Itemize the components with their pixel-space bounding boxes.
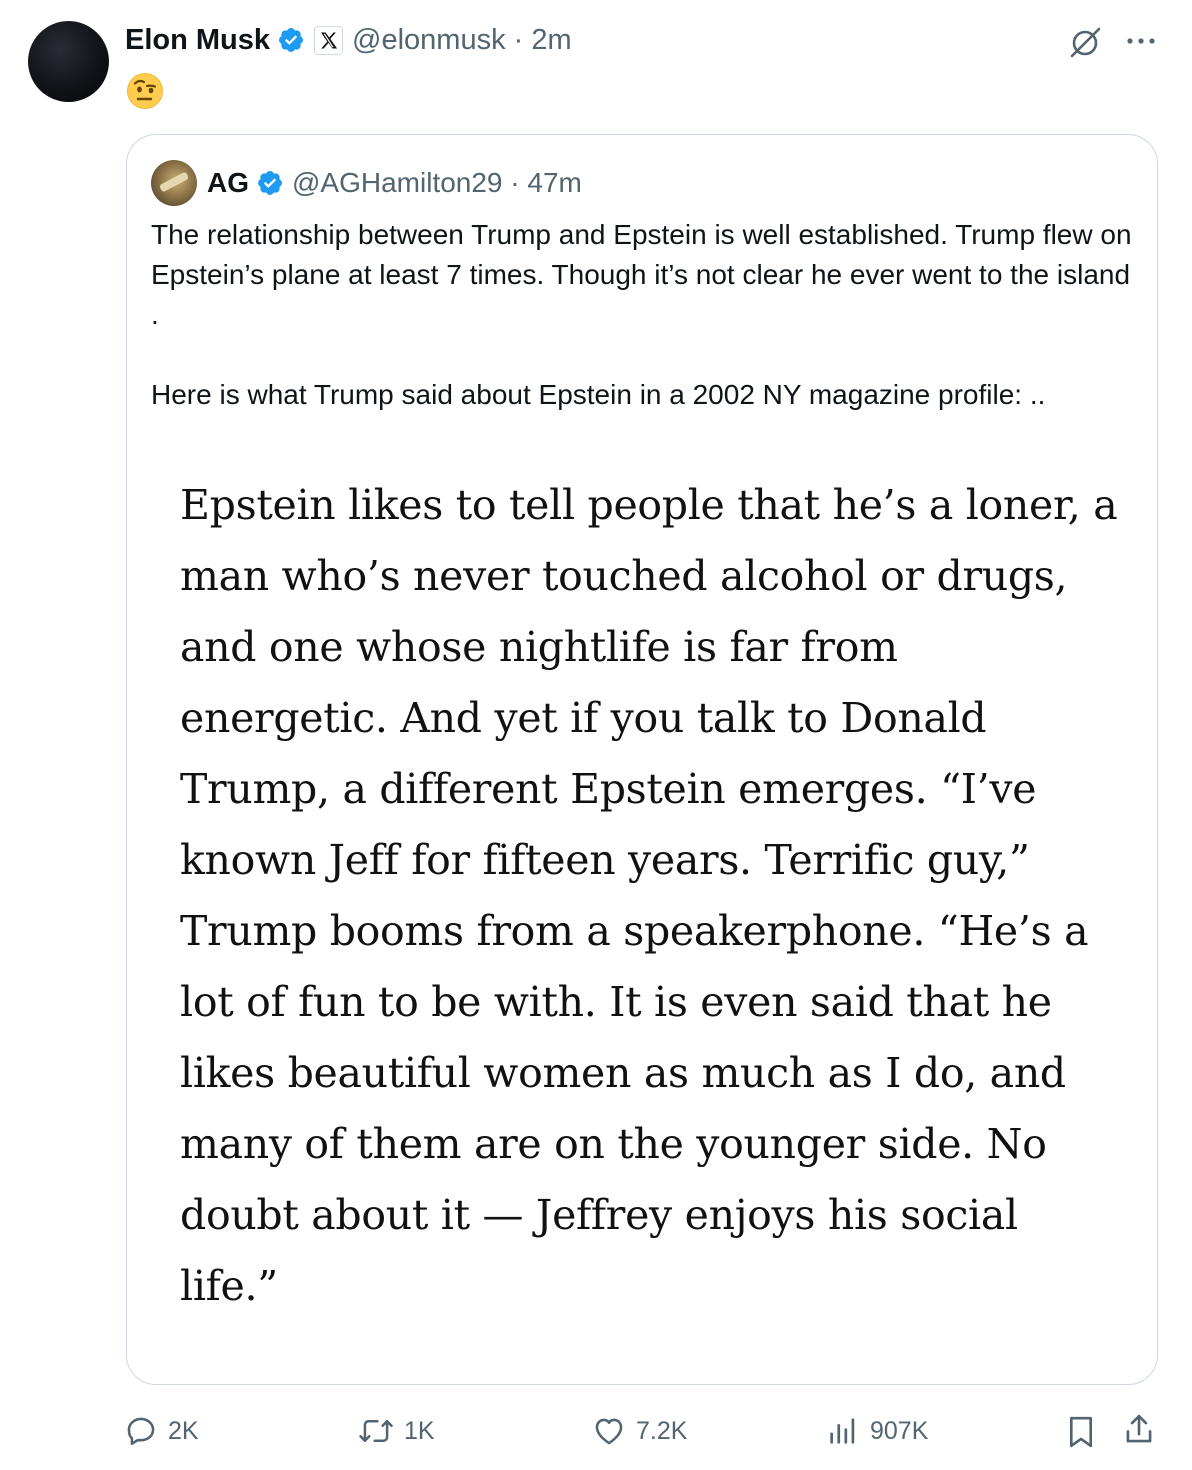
excerpt-line: man who’s never touched alcohol or drugs… <box>180 552 1068 600</box>
reply-count: 2K <box>168 1416 199 1445</box>
quoted-paragraph-1: The relationship between Trump and Epste… <box>151 219 1132 330</box>
bookmark-icon <box>1069 1416 1093 1448</box>
x-logo-icon[interactable] <box>314 25 344 55</box>
verified-badge-icon[interactable] <box>277 26 305 54</box>
excerpt-line: lot of fun to be with. It is even said t… <box>180 978 1052 1026</box>
bookmark-button[interactable] <box>1064 1414 1108 1450</box>
verified-badge-icon[interactable] <box>256 169 284 197</box>
share-button[interactable] <box>1122 1412 1166 1448</box>
author-handle[interactable]: @elonmusk · 2m <box>352 24 572 57</box>
quoted-author-handle[interactable]: @AGHamilton29 · 47m <box>292 167 582 199</box>
excerpt-line: many of them are on the younger side. No <box>180 1120 1047 1168</box>
grok-icon[interactable] <box>1068 24 1104 65</box>
like-button[interactable]: 7.2K <box>592 1414 687 1448</box>
excerpt-line: life.” <box>180 1262 278 1310</box>
more-icon[interactable] <box>1124 24 1158 63</box>
excerpt-line: Epstein likes to tell people that he’s a… <box>180 481 1118 529</box>
quoted-author-name[interactable]: AG <box>207 167 249 199</box>
quoted-post-header: AG @AGHamilton29 · 47m <box>207 164 582 202</box>
post-header: Elon Musk @elonmusk · 2m <box>125 20 572 60</box>
quoted-post-text: The relationship between Trump and Epste… <box>151 215 1141 415</box>
views-count: 907K <box>870 1416 929 1445</box>
like-icon <box>595 1418 623 1445</box>
author-name[interactable]: Elon Musk <box>125 24 270 57</box>
excerpt-line: doubt about it — Jeffrey enjoys his soci… <box>180 1191 1018 1239</box>
excerpt-line: and one whose nightlife is far from <box>180 623 898 671</box>
repost-icon <box>359 1420 393 1442</box>
excerpt-line: known Jeff for fifteen years. Terrific g… <box>180 836 1030 884</box>
like-count: 7.2K <box>636 1416 688 1445</box>
author-avatar[interactable] <box>28 21 109 102</box>
excerpt-line: Trump, a different Epstein emerges. “I’v… <box>180 765 1037 813</box>
excerpt-line: likes beautiful women as much as I do, a… <box>180 1049 1066 1097</box>
excerpt-line: energetic. And yet if you talk to Donald <box>180 694 987 742</box>
excerpt-line: Trump booms from a speakerphone. “He’s a <box>180 907 1089 955</box>
magazine-excerpt-image[interactable]: Epstein likes to tell people that he’s a… <box>180 470 1140 1322</box>
reply-icon <box>127 1417 155 1446</box>
quoted-author-avatar[interactable] <box>151 160 197 206</box>
share-icon <box>1126 1414 1152 1443</box>
post-action-bar: 2K 1K 7.2K 907K <box>0 1410 1192 1456</box>
reply-button[interactable]: 2K <box>124 1414 199 1448</box>
views-icon <box>830 1418 855 1444</box>
raised-eyebrow-emoji <box>126 72 164 110</box>
repost-button[interactable]: 1K <box>358 1414 435 1448</box>
repost-count: 1K <box>404 1416 435 1445</box>
quoted-paragraph-2: Here is what Trump said about Epstein in… <box>151 379 1046 410</box>
views-button[interactable]: 907K <box>826 1414 928 1448</box>
